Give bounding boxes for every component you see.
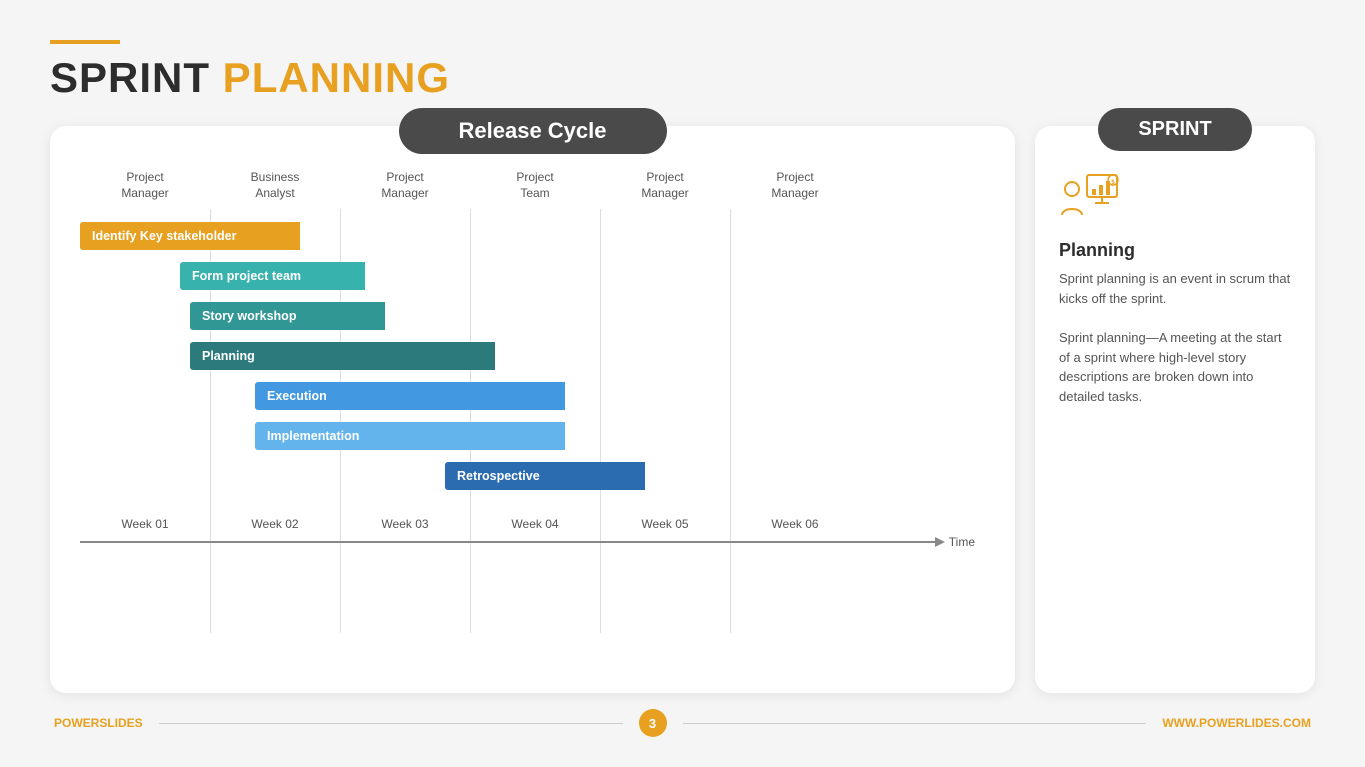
bar-row-identify: Identify Key stakeholder — [80, 219, 985, 253]
bar-story: Story workshop — [190, 302, 385, 330]
bars-area: Identify Key stakeholder Form project te… — [80, 209, 985, 509]
bar-row-story: Story workshop — [80, 299, 985, 333]
bar-row-planning: Planning — [80, 339, 985, 373]
footer-url: WWW.POWERLIDES.COM — [1162, 716, 1311, 730]
col-header-2: BusinessAnalyst — [210, 170, 340, 201]
bar-execution: Execution — [255, 382, 565, 410]
bar-label-identify: Identify Key stakeholder — [92, 229, 237, 243]
bar-label-form: Form project team — [192, 269, 301, 283]
bar-label-implementation: Implementation — [267, 429, 359, 443]
page: SPRINT PLANNING Release Cycle ProjectMan… — [0, 0, 1365, 767]
bar-row-form: Form project team — [80, 259, 985, 293]
gantt-inner: ProjectManager BusinessAnalyst ProjectMa… — [50, 154, 1015, 673]
column-headers: ProjectManager BusinessAnalyst ProjectMa… — [80, 170, 985, 201]
bar-form: Form project team — [180, 262, 365, 290]
bar-row-execution: Execution — [80, 379, 985, 413]
title-black: SPRINT — [50, 54, 210, 101]
bar-identify: Identify Key stakeholder — [80, 222, 300, 250]
bar-label-retro: Retrospective — [457, 469, 540, 483]
planning-desc1: Sprint planning is an event in scrum tha… — [1059, 269, 1291, 308]
footer-line-right — [683, 723, 1147, 724]
header: SPRINT PLANNING — [50, 40, 1315, 102]
col-header-6: ProjectManager — [730, 170, 860, 201]
bar-body-execution: Execution — [255, 382, 565, 410]
timeline-line — [80, 541, 935, 543]
footer-line-left — [159, 723, 623, 724]
bar-body-retro: Retrospective — [445, 462, 645, 490]
title-orange: PLANNING — [210, 54, 450, 101]
bar-implementation: Implementation — [255, 422, 565, 450]
bar-body-implementation: Implementation — [255, 422, 565, 450]
bar-planning: Planning — [190, 342, 495, 370]
footer-brand: POWERSLIDES — [54, 716, 143, 730]
sprint-card: SPRINT $ — [1035, 126, 1315, 693]
header-accent-line — [50, 40, 120, 44]
main-content: Release Cycle ProjectManager BusinessAna… — [50, 126, 1315, 693]
bar-row-implementation: Implementation — [80, 419, 985, 453]
bar-body-story: Story workshop — [190, 302, 385, 330]
bar-body-identify: Identify Key stakeholder — [80, 222, 300, 250]
bar-body-planning: Planning — [190, 342, 495, 370]
col-header-4: ProjectTeam — [470, 170, 600, 201]
bar-label-story: Story workshop — [202, 309, 296, 323]
page-number: 3 — [639, 709, 667, 737]
bar-label-planning: Planning — [202, 349, 255, 363]
col-header-1: ProjectManager — [80, 170, 210, 201]
bar-row-retro: Retrospective — [80, 459, 985, 493]
gantt-card: Release Cycle ProjectManager BusinessAna… — [50, 126, 1015, 693]
planning-desc2: Sprint planning—A meeting at the start o… — [1059, 328, 1291, 406]
bar-body-form: Form project team — [180, 262, 365, 290]
planning-icon: $ — [1059, 171, 1123, 223]
sprint-content: $ Planning Sprint planning is an event i… — [1035, 151, 1315, 693]
release-cycle-label: Release Cycle — [399, 108, 667, 154]
gantt-body: Identify Key stakeholder Form project te… — [80, 209, 985, 673]
footer: POWERSLIDES 3 WWW.POWERLIDES.COM — [50, 709, 1315, 737]
bar-label-execution: Execution — [267, 389, 327, 403]
bar-retro: Retrospective — [445, 462, 645, 490]
footer-brand-black: POWER — [54, 716, 99, 730]
page-title: SPRINT PLANNING — [50, 54, 1315, 102]
col-header-5: ProjectManager — [600, 170, 730, 201]
planning-title: Planning — [1059, 240, 1291, 261]
sprint-label: SPRINT — [1098, 108, 1251, 151]
footer-brand-orange: SLIDES — [99, 716, 142, 730]
col-header-3: ProjectManager — [340, 170, 470, 201]
